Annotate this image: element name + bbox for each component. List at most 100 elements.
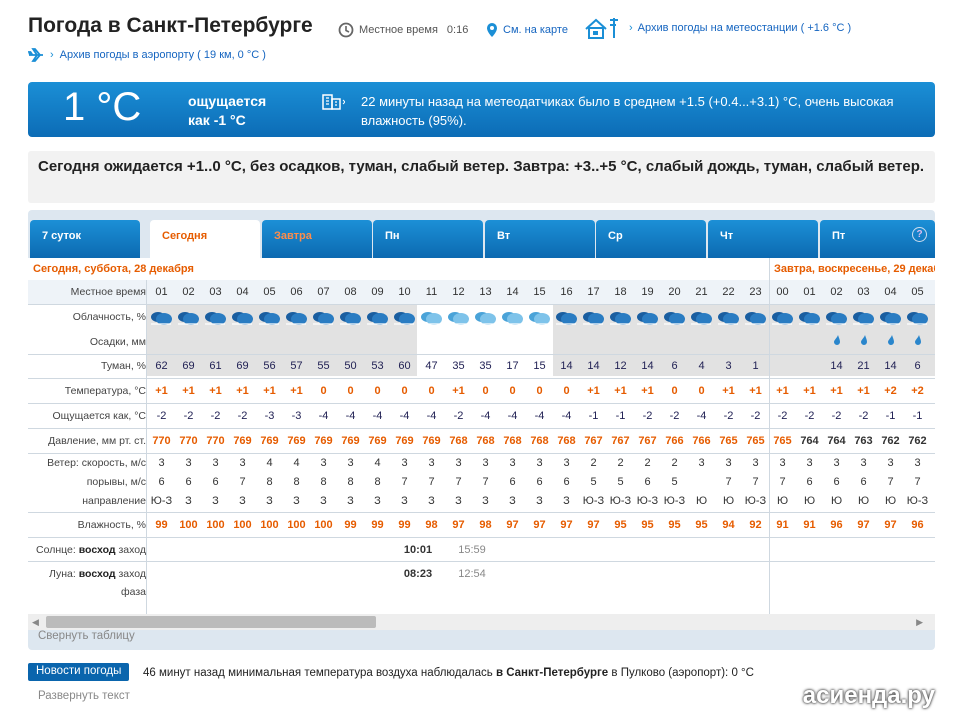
archive-airport-label: Архив погоды в аэропорту ( 19 км, 0 °C ) [59, 49, 266, 61]
pressure-cell: 764 [827, 435, 846, 447]
temp-cell: 0 [671, 385, 678, 397]
hour-cell: 09 [371, 286, 384, 298]
fog-cell: 69 [182, 360, 195, 372]
local-time-value: 0:16 [446, 24, 469, 36]
local-time: Местное время 0:16 [338, 22, 468, 38]
help-icon[interactable]: ? [912, 227, 927, 242]
news-text-post: в Пулково (аэропорт): 0 °С [608, 667, 754, 679]
direction-cell: З [347, 495, 354, 507]
map-pin-icon [487, 23, 497, 37]
rain-drop-icon [861, 335, 867, 345]
temp-cell: +2 [884, 385, 897, 397]
scroll-right-icon[interactable]: ▶ [916, 617, 923, 628]
gust-cell: 6 [185, 476, 192, 488]
gust-cell: 7 [914, 476, 921, 488]
tab-tomorrow[interactable]: Завтра [262, 220, 372, 262]
hour-cell: 16 [560, 286, 573, 298]
fog-cell: 6 [914, 360, 921, 372]
fog-cell: 14 [587, 360, 600, 372]
tab-friday[interactable]: Пт ? [820, 220, 935, 262]
fog-cell: 15 [533, 360, 546, 372]
gust-cell: 7 [401, 476, 408, 488]
temp-cell: +1 [857, 385, 870, 397]
collapse-table-link[interactable]: Свернуть таблицу [38, 630, 135, 642]
local-time-label: Местное время [359, 24, 438, 36]
hour-cell: 05 [263, 286, 276, 298]
direction-cell: З [455, 495, 462, 507]
pressure-cell: 770 [179, 435, 198, 447]
scroll-left-icon[interactable]: ◀ [32, 617, 39, 628]
temp-cell: +1 [614, 385, 627, 397]
current-conditions: 1 °C ощущается как -1 °C 22 минуты назад… [28, 82, 935, 137]
feels-cell: -2 [156, 410, 167, 422]
fog-cell: 57 [290, 360, 303, 372]
direction-cell: Ю-З [609, 495, 632, 507]
direction-cell: Ю [695, 495, 708, 507]
cloud-icon [583, 312, 604, 325]
gust-cell: 5 [617, 476, 624, 488]
feels-cell: -4 [345, 410, 356, 422]
tab-monday[interactable]: Пн [373, 220, 483, 262]
current-temperature: 1 °C [63, 85, 142, 129]
temp-cell: 0 [347, 385, 354, 397]
pressure-cell: 770 [152, 435, 171, 447]
hour-cell: 00 [776, 286, 789, 298]
hour-cell: 11 [425, 286, 438, 298]
hour-cell: 08 [344, 286, 357, 298]
gust-cell: 7 [725, 476, 732, 488]
tab-wednesday[interactable]: Ср [596, 220, 706, 262]
cloud-icon [691, 312, 712, 325]
pressure-cell: 762 [908, 435, 927, 447]
hour-cell: 06 [290, 286, 303, 298]
cloud-icon [367, 312, 388, 325]
map-link[interactable]: См. на карте [486, 22, 568, 38]
scroll-thumb[interactable] [46, 616, 376, 628]
cloud-icon [826, 312, 847, 325]
hour-cell: 04 [884, 286, 897, 298]
label-time: Местное время [70, 286, 146, 298]
temp-cell: +1 [263, 385, 276, 397]
tab-today[interactable]: Сегодня [150, 220, 260, 262]
archive-airport-link[interactable]: › Архив погоды в аэропорту ( 19 км, 0 °C… [28, 48, 266, 62]
direction-cell: З [266, 495, 273, 507]
humidity-cell: 96 [911, 519, 924, 531]
tab-thursday[interactable]: Чт [708, 220, 818, 262]
humidity-cell: 100 [206, 519, 225, 531]
label-moon-rise: восход [78, 568, 116, 580]
divider [146, 280, 147, 614]
pressure-cell: 762 [881, 435, 900, 447]
direction-cell: Ю [776, 495, 789, 507]
horizontal-scrollbar[interactable]: ◀ ▶ [28, 614, 935, 630]
page-header: Погода в Санкт-Петербурге Местное время … [28, 10, 938, 70]
gust-cell: 6 [806, 476, 813, 488]
label-pressure: Давление, мм рт. ст. [48, 435, 146, 447]
feels-cell: -2 [210, 410, 221, 422]
news-tab[interactable]: Новости погоды [28, 663, 130, 681]
wind-cell: 3 [752, 457, 759, 469]
direction-cell: Ю-З [663, 495, 686, 507]
archive-station-link[interactable]: › Архив погоды на метеостанции ( +1.6 °C… [584, 16, 851, 40]
expand-text-link[interactable]: Развернуть текст [38, 690, 130, 702]
feels-cell: -2 [453, 410, 464, 422]
label-moon-set: заход [118, 568, 146, 580]
tab-tuesday[interactable]: Вт [485, 220, 595, 262]
wind-cell: 3 [509, 457, 516, 469]
direction-cell: З [212, 495, 219, 507]
feels-cell: -2 [669, 410, 680, 422]
label-humidity: Влажность, % [77, 519, 146, 531]
wind-cell: 3 [158, 457, 165, 469]
pressure-cell: 768 [449, 435, 468, 447]
hour-cell: 18 [614, 286, 627, 298]
humidity-cell: 98 [425, 519, 438, 531]
fog-cell: 1 [752, 360, 759, 372]
direction-cell: Ю-З [744, 495, 767, 507]
cloud-icon [880, 312, 901, 325]
temp-cell: +2 [911, 385, 924, 397]
row-divider [28, 453, 935, 454]
cloud-icon [232, 312, 253, 325]
direction-cell: З [293, 495, 300, 507]
cloud-icon [556, 312, 577, 325]
hour-cell: 12 [452, 286, 465, 298]
fog-cell: 17 [506, 360, 519, 372]
tab-7-days[interactable]: 7 суток [30, 220, 140, 262]
